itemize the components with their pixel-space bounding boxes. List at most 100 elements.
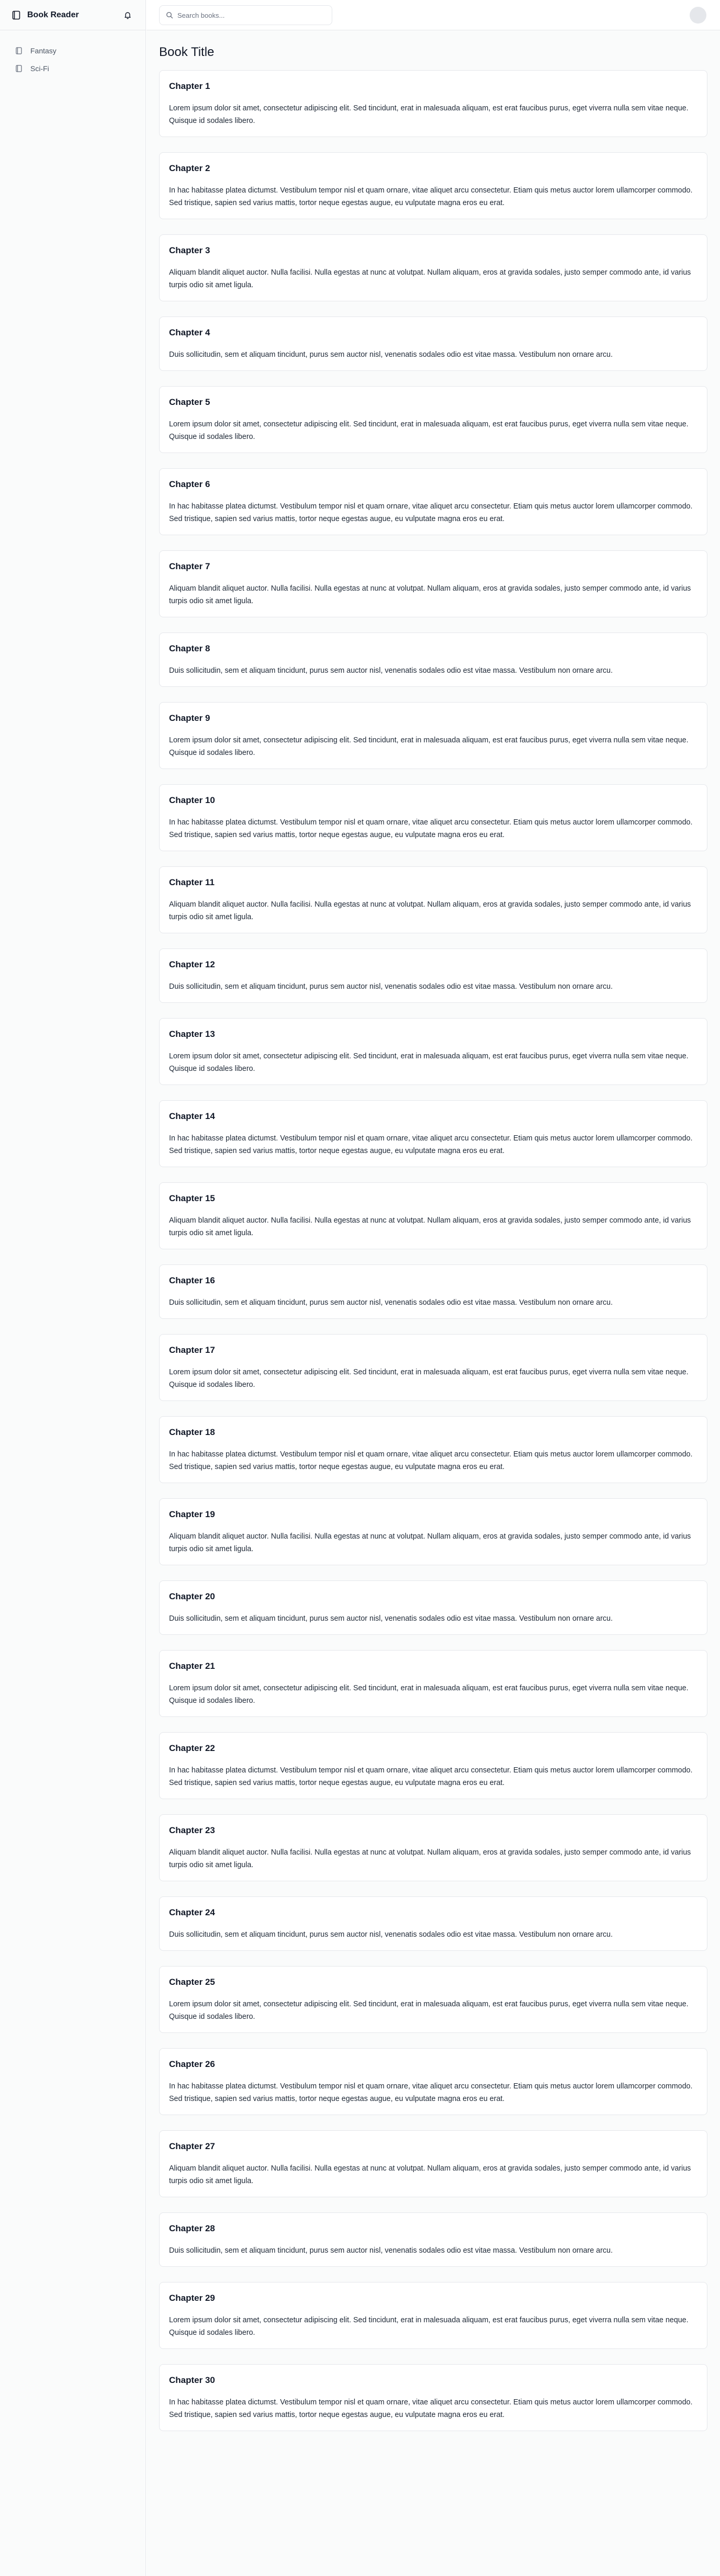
chapter-text: Aliquam blandit aliquet auctor. Nulla fa… bbox=[169, 1848, 691, 1869]
chapter-card: Chapter 19 Aliquam blandit aliquet auctor… bbox=[159, 1498, 707, 1565]
chapter-title: Chapter 5 bbox=[169, 397, 210, 407]
chapter-card: Chapter 4 Duis sollicitudin, sem et aliqu… bbox=[159, 317, 707, 371]
chapter-text: In hac habitasse platea dictumst. Vestib… bbox=[169, 186, 693, 207]
sidebar-item-label: Fantasy bbox=[30, 47, 57, 55]
chapter-title: Chapter 16 bbox=[169, 1275, 215, 1285]
page-title: Book Title bbox=[159, 45, 215, 59]
chapter-title: Chapter 26 bbox=[169, 2059, 215, 2069]
chapter-card: Chapter 14 In hac habitasse platea dictum… bbox=[159, 1100, 707, 1167]
chapter-title: Chapter 12 bbox=[169, 959, 215, 969]
chapter-card: Chapter 1 Lorem ipsum dolor sit amet, con… bbox=[159, 70, 707, 137]
chapter-card: Chapter 27 Aliquam blandit aliquet auctor… bbox=[159, 2130, 707, 2197]
book-icon bbox=[15, 47, 23, 55]
chapter-text: Duis sollicitudin, sem et aliquam tincid… bbox=[169, 982, 613, 991]
chapter-text: Lorem ipsum dolor sit amet, consectetur … bbox=[169, 736, 689, 757]
chapter-text: In hac habitasse platea dictumst. Vestib… bbox=[169, 2398, 693, 2419]
chapter-text: Aliquam blandit aliquet auctor. Nulla fa… bbox=[169, 900, 691, 921]
chapter-text: Aliquam blandit aliquet auctor. Nulla fa… bbox=[169, 268, 691, 289]
chapter-text: Lorem ipsum dolor sit amet, consectetur … bbox=[169, 420, 689, 441]
chapter-text: In hac habitasse platea dictumst. Vestib… bbox=[169, 502, 693, 523]
chapter-title: Chapter 24 bbox=[169, 1907, 215, 1917]
chapter-card: Chapter 2 In hac habitasse platea dictums… bbox=[159, 152, 707, 219]
chapter-text: Duis sollicitudin, sem et aliquam tincid… bbox=[169, 351, 613, 359]
search-box bbox=[159, 5, 332, 25]
chapter-title: Chapter 3 bbox=[169, 245, 210, 255]
search-input[interactable] bbox=[177, 11, 324, 19]
chapter-card: Chapter 15 Aliquam blandit aliquet auctor… bbox=[159, 1182, 707, 1249]
chapter-title: Chapter 10 bbox=[169, 795, 215, 805]
chapter-text: Lorem ipsum dolor sit amet, consectetur … bbox=[169, 1052, 689, 1073]
chapter-title: Chapter 14 bbox=[169, 1111, 215, 1121]
chapter-text: Lorem ipsum dolor sit amet, consectetur … bbox=[169, 104, 689, 125]
chapter-title: Chapter 1 bbox=[169, 81, 210, 91]
chapter-card: Chapter 20 Duis sollicitudin, sem et aliq… bbox=[159, 1580, 707, 1635]
chapter-text: In hac habitasse platea dictumst. Vestib… bbox=[169, 2082, 693, 2103]
chapter-card: Chapter 23 Aliquam blandit aliquet auctor… bbox=[159, 1814, 707, 1881]
chapter-card: Chapter 29 Lorem ipsum dolor sit amet, co… bbox=[159, 2282, 707, 2349]
sidebar-item-sci-fi[interactable]: Sci-Fi bbox=[0, 60, 145, 77]
chapter-list: Chapter 1 Lorem ipsum dolor sit amet, con… bbox=[159, 70, 707, 2431]
chapter-text: Aliquam blandit aliquet auctor. Nulla fa… bbox=[169, 2164, 691, 2185]
book-icon bbox=[15, 64, 23, 73]
chapter-title: Chapter 19 bbox=[169, 1509, 215, 1519]
chapter-title: Chapter 20 bbox=[169, 1591, 215, 1601]
chapter-text: In hac habitasse platea dictumst. Vestib… bbox=[169, 818, 693, 839]
chapter-card: Chapter 8 Duis sollicitudin, sem et aliqu… bbox=[159, 632, 707, 687]
book-reader-app: Book Reader Fantasy Sci-Fi Search books.… bbox=[0, 0, 720, 2576]
chapter-card: Chapter 30 In hac habitasse platea dictum… bbox=[159, 2364, 707, 2431]
chapter-card: Chapter 6 In hac habitasse platea dictums… bbox=[159, 468, 707, 535]
chapter-title: Chapter 25 bbox=[169, 1977, 215, 1987]
chapter-title: Chapter 11 bbox=[169, 877, 215, 887]
chapter-title: Chapter 29 bbox=[169, 2293, 215, 2303]
chapter-text: Duis sollicitudin, sem et aliquam tincid… bbox=[169, 1614, 613, 1623]
chapter-card: Chapter 28 Duis sollicitudin, sem et aliq… bbox=[159, 2212, 707, 2267]
chapter-text: Lorem ipsum dolor sit amet, consectetur … bbox=[169, 2000, 689, 2021]
book-icon bbox=[12, 10, 21, 20]
chapter-title: Chapter 13 bbox=[169, 1029, 215, 1039]
avatar[interactable] bbox=[690, 7, 706, 24]
sidebar-header: Book Reader bbox=[0, 0, 145, 30]
chapter-card: Chapter 22 In hac habitasse platea dictum… bbox=[159, 1732, 707, 1799]
chapter-card: Chapter 11 Aliquam blandit aliquet auctor… bbox=[159, 866, 707, 933]
chapter-card: Chapter 21 Lorem ipsum dolor sit amet, co… bbox=[159, 1650, 707, 1717]
sidebar: Book Reader Fantasy Sci-Fi bbox=[0, 0, 146, 2576]
chapter-title: Chapter 7 bbox=[169, 561, 210, 571]
chapter-card: Chapter 16 Duis sollicitudin, sem et aliq… bbox=[159, 1264, 707, 1319]
chapter-text: In hac habitasse platea dictumst. Vestib… bbox=[169, 1450, 693, 1471]
chapter-title: Chapter 30 bbox=[169, 2375, 215, 2385]
chapter-card: Chapter 9 Lorem ipsum dolor sit amet, con… bbox=[159, 702, 707, 769]
app-title: Book Reader bbox=[27, 10, 79, 19]
chapter-text: In hac habitasse platea dictumst. Vestib… bbox=[169, 1134, 693, 1155]
chapter-title: Chapter 15 bbox=[169, 1193, 215, 1203]
chapter-text: Aliquam blandit aliquet auctor. Nulla fa… bbox=[169, 584, 691, 605]
chapter-text: Lorem ipsum dolor sit amet, consectetur … bbox=[169, 1368, 689, 1389]
chapter-title: Chapter 4 bbox=[169, 327, 210, 337]
chapter-title: Chapter 17 bbox=[169, 1345, 215, 1355]
topbar bbox=[147, 0, 720, 30]
bell-icon[interactable] bbox=[122, 10, 133, 20]
chapter-title: Chapter 28 bbox=[169, 2223, 215, 2233]
chapter-text: Duis sollicitudin, sem et aliquam tincid… bbox=[169, 2246, 613, 2255]
chapter-card: Chapter 13 Lorem ipsum dolor sit amet, co… bbox=[159, 1018, 707, 1085]
chapter-text: Duis sollicitudin, sem et aliquam tincid… bbox=[169, 1298, 613, 1307]
chapter-text: Aliquam blandit aliquet auctor. Nulla fa… bbox=[169, 1532, 691, 1553]
chapter-text: Duis sollicitudin, sem et aliquam tincid… bbox=[169, 1930, 613, 1939]
sidebar-nav: Fantasy Sci-Fi bbox=[0, 30, 145, 77]
chapter-card: Chapter 26 In hac habitasse platea dictum… bbox=[159, 2048, 707, 2115]
sidebar-item-fantasy[interactable]: Fantasy bbox=[0, 42, 145, 60]
sidebar-item-label: Sci-Fi bbox=[30, 64, 49, 73]
chapter-title: Chapter 6 bbox=[169, 479, 210, 489]
chapter-title: Chapter 8 bbox=[169, 643, 210, 653]
chapter-card: Chapter 7 Aliquam blandit aliquet auctor.… bbox=[159, 550, 707, 617]
chapter-title: Chapter 23 bbox=[169, 1825, 215, 1835]
chapter-text: Aliquam blandit aliquet auctor. Nulla fa… bbox=[169, 1216, 691, 1237]
chapter-text: Duis sollicitudin, sem et aliquam tincid… bbox=[169, 666, 613, 675]
chapter-title: Chapter 27 bbox=[169, 2141, 215, 2151]
chapter-text: In hac habitasse platea dictumst. Vestib… bbox=[169, 1766, 693, 1787]
chapter-title: Chapter 2 bbox=[169, 163, 210, 173]
chapter-card: Chapter 12 Duis sollicitudin, sem et aliq… bbox=[159, 948, 707, 1003]
chapter-title: Chapter 21 bbox=[169, 1661, 215, 1671]
chapter-text: Lorem ipsum dolor sit amet, consectetur … bbox=[169, 1684, 689, 1705]
main-content: Book Title Chapter 1 Lorem ipsum dolor si… bbox=[147, 30, 720, 2576]
chapter-card: Chapter 17 Lorem ipsum dolor sit amet, co… bbox=[159, 1334, 707, 1401]
